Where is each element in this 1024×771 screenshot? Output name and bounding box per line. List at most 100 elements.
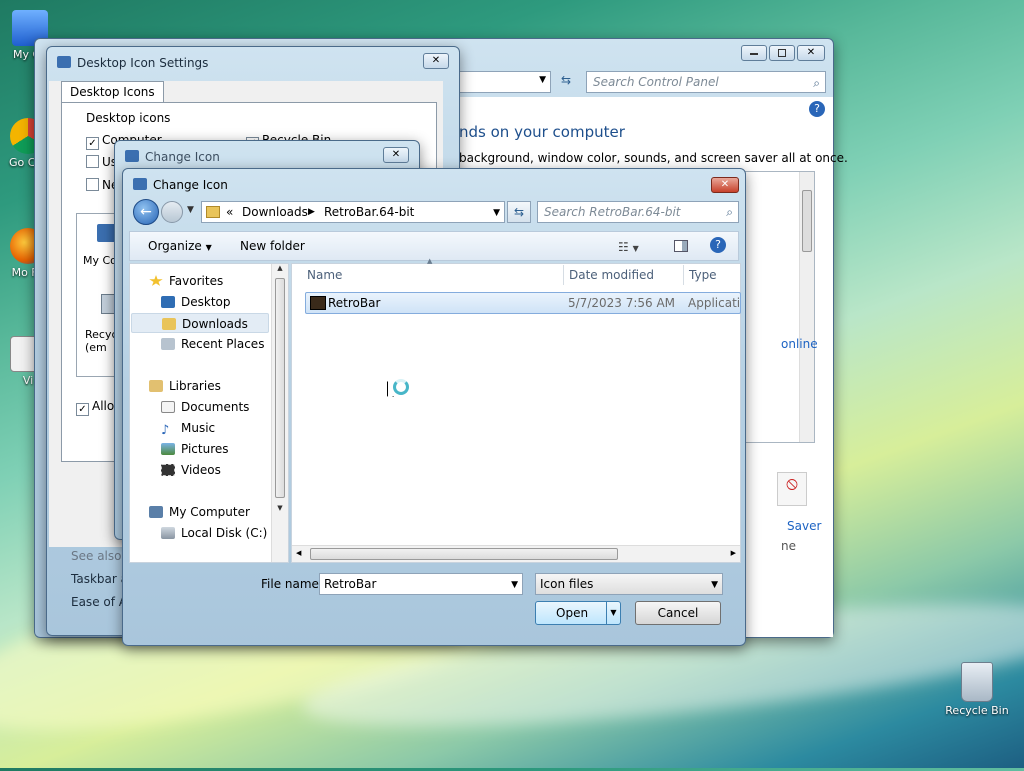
file-date: 5/7/2023 7:56 AM — [568, 296, 676, 310]
online-link[interactable]: online — [781, 337, 818, 351]
desktop-icon-recycle-bin[interactable]: Recycle Bin — [942, 662, 1012, 717]
nav-local-disk[interactable]: Local Disk (C:) — [161, 523, 267, 543]
checkbox-checked[interactable]: ✓ — [76, 403, 89, 416]
column-type[interactable]: Type — [689, 263, 717, 287]
close-button[interactable]: ✕ — [711, 177, 739, 193]
refresh-icon[interactable]: ⇆ — [555, 73, 577, 91]
checkbox-checked[interactable]: ✓ — [86, 137, 99, 150]
nav-desktop[interactable]: Desktop — [161, 292, 231, 312]
column-name[interactable]: Name — [307, 263, 342, 287]
nav-music[interactable]: ♪ Music — [161, 418, 215, 438]
help-icon[interactable]: ? — [809, 101, 825, 117]
scroll-right-icon[interactable]: ▶ — [731, 549, 736, 557]
close-button[interactable]: ✕ — [797, 45, 825, 61]
nav-downloads[interactable]: Downloads — [131, 313, 269, 333]
screen-saver-sub: ne — [781, 539, 796, 553]
page-heading: nds on your computer — [459, 123, 625, 141]
star-icon — [149, 275, 163, 286]
nav-favorites[interactable]: Favorites — [149, 271, 223, 291]
chevron-down-icon[interactable]: ▼ — [511, 575, 518, 595]
open-dropdown-icon[interactable]: ▼ — [606, 602, 620, 624]
address-bar[interactable]: « Downloads ▶ RetroBar.64-bit ▼ — [201, 201, 505, 223]
drive-icon — [161, 527, 175, 539]
search-input[interactable]: Search RetroBar.64-bit ⌕ — [537, 201, 739, 223]
chevron-right-icon[interactable]: ▶ — [308, 202, 315, 222]
nav-pictures[interactable]: Pictures — [161, 439, 229, 459]
dialog-title: Change Icon — [153, 178, 228, 192]
documents-icon — [161, 401, 175, 413]
filename-label: File name: — [261, 577, 323, 591]
filename-input[interactable]: RetroBar ▼ — [319, 573, 523, 595]
organize-button[interactable]: Organize ▼ — [148, 239, 212, 253]
open-button[interactable]: Open ▼ — [535, 601, 621, 625]
column-divider — [683, 265, 684, 285]
close-button[interactable]: ✕ — [383, 147, 409, 163]
busy-ring-icon — [393, 379, 409, 395]
scroll-down-icon[interactable]: ▼ — [272, 504, 288, 512]
scroll-left-icon[interactable]: ◀ — [296, 549, 301, 557]
file-row[interactable]: RetroBar 5/7/2023 7:56 AM Applicatio — [305, 292, 741, 314]
preview-pane-icon[interactable] — [674, 240, 688, 252]
forward-button[interactable] — [161, 201, 183, 223]
new-folder-button[interactable]: New folder — [240, 239, 305, 253]
column-date-modified[interactable]: Date modified — [569, 263, 654, 287]
downloads-folder-icon — [162, 318, 176, 330]
breadcrumb-retrobar[interactable]: RetroBar.64-bit — [324, 202, 414, 222]
window-app-icon — [133, 178, 147, 190]
pictures-icon — [161, 443, 175, 455]
horizontal-scrollbar[interactable]: ◀ ▶ — [292, 545, 740, 562]
views-icon[interactable]: ☷ ▼ — [618, 240, 639, 254]
nav-videos[interactable]: Videos — [161, 460, 221, 480]
cancel-button[interactable]: Cancel — [635, 601, 721, 625]
control-panel-search-input[interactable]: Search Control Panel ⌕ — [586, 71, 826, 93]
chevron-down-icon[interactable]: ▼ — [711, 575, 718, 595]
column-divider — [563, 265, 564, 285]
file-name: RetroBar — [328, 296, 381, 310]
refresh-icon[interactable]: ⇆ — [507, 201, 531, 223]
maximize-button[interactable] — [769, 45, 795, 61]
address-bar[interactable]: ▼ — [459, 71, 551, 93]
scroll-thumb[interactable] — [310, 548, 618, 560]
history-chevron-icon[interactable]: ▼ — [187, 205, 194, 215]
nav-scrollbar[interactable]: ▲ ▼ — [271, 264, 288, 562]
nav-recent-places[interactable]: Recent Places — [161, 334, 264, 354]
chevron-down-icon[interactable]: ▼ — [493, 203, 500, 223]
back-button[interactable]: ← — [133, 199, 159, 225]
close-button[interactable]: ✕ — [423, 53, 449, 69]
checkbox-unchecked[interactable] — [86, 155, 99, 168]
computer-icon — [149, 506, 163, 518]
vertical-scrollbar[interactable] — [799, 172, 814, 442]
screen-saver-label[interactable]: Saver — [787, 519, 821, 533]
tab-desktop-icons[interactable]: Desktop Icons — [61, 81, 164, 103]
nav-libraries[interactable]: Libraries — [149, 376, 221, 396]
recent-places-icon — [161, 338, 175, 350]
file-type: Applicatio — [688, 296, 740, 310]
videos-icon — [161, 464, 175, 476]
window-app-icon — [125, 150, 139, 162]
help-icon[interactable]: ? — [710, 237, 726, 253]
window-app-icon — [57, 56, 71, 68]
nav-my-computer[interactable]: My Computer — [149, 502, 250, 522]
see-also-label: See also — [71, 549, 122, 563]
music-icon: ♪ — [161, 423, 170, 438]
chevron-down-icon[interactable]: ▼ — [539, 75, 546, 85]
checkbox-unchecked[interactable] — [86, 178, 99, 191]
toolbar: Organize ▼ New folder ☷ ▼ ? — [129, 231, 739, 261]
breadcrumb-downloads[interactable]: Downloads — [242, 202, 308, 222]
sort-chevron-icon: ▲ — [427, 257, 433, 265]
minimize-button[interactable] — [741, 45, 767, 61]
search-icon[interactable]: ⌕ — [813, 73, 820, 93]
desktop-icon — [161, 296, 175, 308]
search-icon[interactable]: ⌕ — [726, 202, 733, 222]
nav-documents[interactable]: Documents — [161, 397, 249, 417]
group-label: Desktop icons — [86, 111, 171, 125]
scroll-up-icon[interactable]: ▲ — [272, 264, 288, 272]
application-icon — [310, 296, 326, 310]
checkbox-user-files[interactable]: Us — [86, 155, 117, 169]
folder-icon — [206, 206, 220, 218]
taskbar-link[interactable]: Taskbar a — [71, 572, 128, 586]
page-subtext: background, window color, sounds, and sc… — [459, 151, 848, 165]
screen-saver-icon[interactable]: ⦸ — [777, 472, 807, 506]
window-title: Change Icon — [145, 150, 220, 164]
file-type-select[interactable]: Icon files ▼ — [535, 573, 723, 595]
